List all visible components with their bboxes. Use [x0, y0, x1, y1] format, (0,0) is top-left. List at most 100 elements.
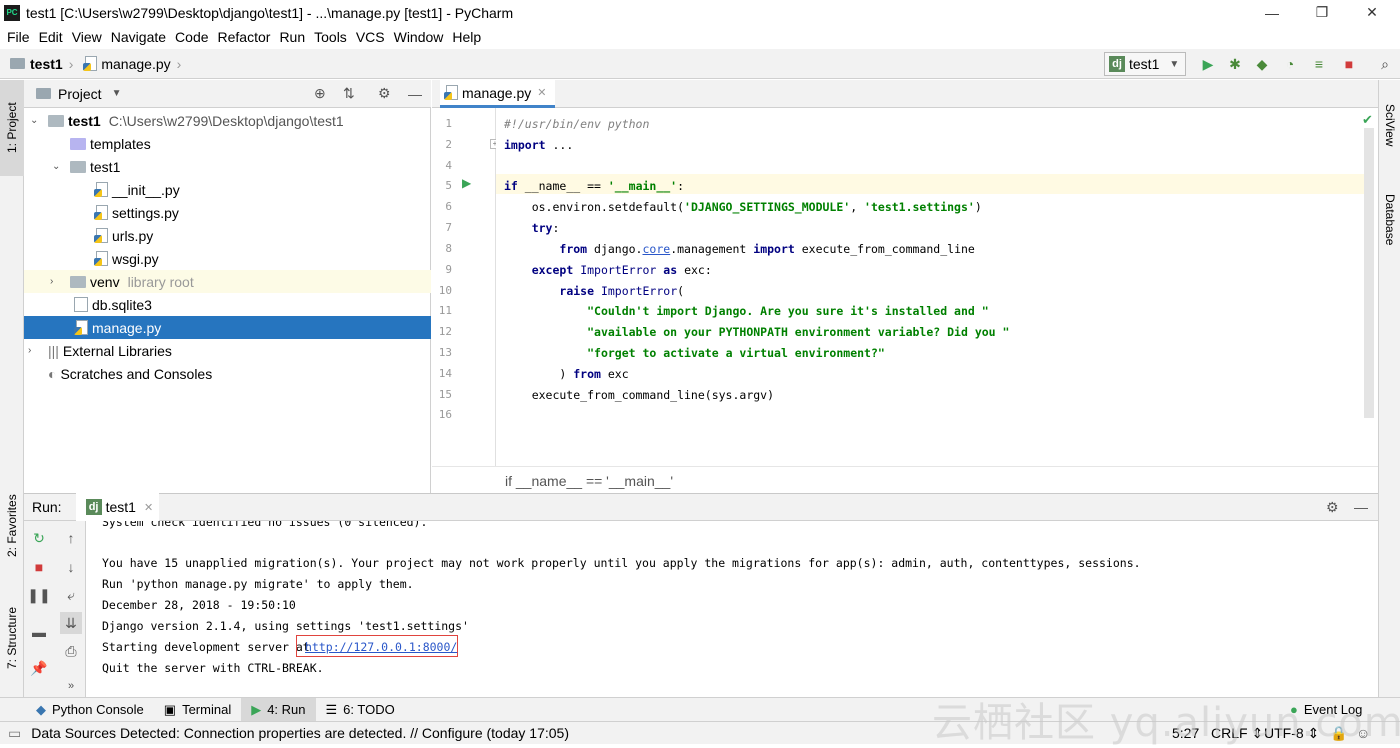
editor-tab-manage[interactable]: manage.py ✕ [440, 80, 555, 108]
tool-tab-database[interactable]: Database [1379, 180, 1400, 260]
menu-help[interactable]: Help [452, 29, 481, 45]
profile-icon[interactable]: ◔ [1281, 55, 1299, 73]
breadcrumb-project[interactable]: test1 › [10, 56, 73, 72]
menu-tools[interactable]: Tools [314, 29, 347, 45]
tree-item-wsgi[interactable]: wsgi.py [24, 247, 431, 270]
folder-icon [10, 58, 25, 69]
tree-item-root[interactable]: ⌄ test1 C:\Users\w2799\Desktop\django\te… [24, 109, 431, 132]
menu-file[interactable]: File [7, 29, 30, 45]
close-button[interactable]: ✕ [1348, 0, 1396, 25]
chevron-down-icon[interactable]: ⌄ [30, 115, 38, 126]
run-configuration-select[interactable]: dj test1 ▼ [1104, 52, 1186, 76]
menu-edit[interactable]: Edit [39, 29, 63, 45]
down-arrow-icon[interactable]: ↓ [60, 556, 82, 578]
pause-icon[interactable]: ❚❚ [27, 584, 50, 606]
maximize-button[interactable]: ❐ [1298, 0, 1346, 25]
concurrency-icon[interactable]: ≡ [1310, 55, 1328, 73]
run-tab[interactable]: dj test1 ✕ [75, 493, 160, 521]
server-url-link[interactable]: http://127.0.0.1:8000/ [305, 640, 457, 654]
tree-item-urls[interactable]: urls.py [24, 224, 431, 247]
tree-item-test1-package[interactable]: ⌄ test1 [24, 155, 431, 178]
stop-icon[interactable]: ■ [28, 556, 50, 578]
tree-item-db[interactable]: db.sqlite3 [24, 293, 431, 316]
project-tree: ⌄ test1 C:\Users\w2799\Desktop\django\te… [24, 108, 431, 493]
menu-vcs[interactable]: VCS [356, 29, 385, 45]
tree-item-manage[interactable]: manage.py [24, 316, 431, 339]
chevron-right-icon[interactable]: › [28, 345, 31, 356]
close-tab-icon[interactable]: ✕ [144, 501, 153, 514]
folder-icon [70, 275, 86, 288]
scroll-to-end-icon[interactable]: ⇊ [60, 612, 82, 634]
menu-navigate[interactable]: Navigate [111, 29, 166, 45]
console-line: Run 'python manage.py migrate' to apply … [102, 577, 414, 591]
search-icon[interactable]: ⌕ [1376, 55, 1394, 73]
project-view-icon [36, 88, 51, 99]
tab-todo[interactable]: ☰ 6: TODO [316, 698, 405, 722]
tab-run[interactable]: ▶ 4: Run [241, 697, 316, 722]
file-encoding[interactable]: UTF-8 ⇕ [1264, 725, 1319, 742]
tool-tab-project[interactable]: 1: Project [0, 80, 24, 176]
editor-scrollbar[interactable] [1364, 128, 1374, 418]
tree-item-venv[interactable]: › venv library root [24, 270, 431, 293]
line-number: 5 [445, 179, 452, 192]
more-icon[interactable]: » [60, 675, 82, 697]
soft-wrap-icon[interactable]: ⤶ [60, 584, 82, 606]
python-file-icon [94, 251, 108, 266]
gear-icon[interactable]: ⚙ [1326, 499, 1339, 516]
pin-icon[interactable]: 📌 [28, 657, 50, 679]
inspector-icon[interactable]: ☺ [1356, 725, 1370, 741]
chevron-down-icon[interactable]: ⌄ [52, 161, 60, 172]
collapse-icon[interactable]: ⇅ [343, 85, 355, 102]
right-tool-strip: SciView Database [1378, 80, 1400, 697]
stop-icon[interactable]: ■ [1340, 55, 1358, 73]
debug-icon[interactable]: ✱ [1226, 55, 1244, 73]
console-line: Starting development server at [102, 640, 317, 654]
menu-view[interactable]: View [72, 29, 102, 45]
menu-code[interactable]: Code [175, 29, 208, 45]
gear-icon[interactable]: ⚙ [378, 85, 391, 102]
run-gutter-icon[interactable]: ▶ [462, 176, 471, 190]
menu-run[interactable]: Run [279, 29, 305, 45]
editor-breadcrumb-item[interactable]: if __name__ == '__main__' [505, 473, 673, 489]
window-title: test1 [C:\Users\w2799\Desktop\django\tes… [26, 4, 514, 21]
tool-tab-structure[interactable]: 7: Structure [0, 598, 24, 678]
line-number: 4 [445, 159, 452, 172]
tree-item-scratches[interactable]: ◐ Scratches and Consoles [24, 362, 431, 385]
menu-window[interactable]: Window [394, 29, 444, 45]
tree-item-init[interactable]: __init__.py [24, 178, 431, 201]
run-icon[interactable]: ▶ [1199, 55, 1217, 73]
hide-icon[interactable]: — [1354, 499, 1368, 515]
chevron-right-icon[interactable]: › [50, 276, 53, 287]
tree-item-templates[interactable]: templates [24, 132, 431, 155]
hide-icon[interactable]: — [408, 86, 422, 102]
coverage-icon[interactable]: ◆ [1253, 55, 1271, 73]
caret-position[interactable]: 5:27 [1172, 725, 1199, 741]
tab-terminal[interactable]: ▣ Terminal [154, 698, 241, 722]
navigation-bar: test1 › manage.py › [0, 49, 1400, 79]
tree-item-settings[interactable]: settings.py [24, 201, 431, 224]
print-icon[interactable]: ⎙ [60, 640, 82, 662]
tool-windows-icon[interactable]: ▭ [8, 725, 21, 742]
layout-icon[interactable]: ▬ [28, 621, 50, 643]
menu-refactor[interactable]: Refactor [218, 29, 271, 45]
lock-icon[interactable]: 🔒 [1330, 725, 1347, 742]
tool-tab-favorites[interactable]: 2: Favorites [0, 490, 24, 562]
status-message[interactable]: Data Sources Detected: Connection proper… [31, 725, 569, 741]
close-tab-icon[interactable]: ✕ [537, 86, 546, 99]
tab-event-log[interactable]: ● Event Log [1280, 698, 1372, 722]
minimize-button[interactable]: — [1248, 0, 1296, 25]
tree-item-external-libraries[interactable]: › ||| External Libraries [24, 339, 431, 362]
tab-python-console[interactable]: ◆ Python Console [26, 698, 154, 722]
locate-icon[interactable]: ⊕ [314, 85, 326, 102]
chevron-down-icon[interactable]: ▼ [112, 88, 122, 99]
editor-tab-bar: manage.py ✕ [432, 80, 1378, 108]
rerun-icon[interactable]: ↻ [28, 527, 50, 549]
tool-tab-sciview[interactable]: SciView [1379, 90, 1400, 160]
code-editor[interactable]: #!/usr/bin/env python import ... if __na… [496, 108, 1374, 466]
line-separator[interactable]: CRLF ⇕ [1211, 725, 1263, 742]
project-view-select[interactable]: Project [58, 86, 102, 102]
breadcrumb-file[interactable]: manage.py › [83, 56, 181, 72]
run-console[interactable]: System check identified no issues (0 sil… [88, 521, 1378, 697]
up-arrow-icon[interactable]: ↑ [60, 527, 82, 549]
line-number: 9 [445, 263, 452, 276]
